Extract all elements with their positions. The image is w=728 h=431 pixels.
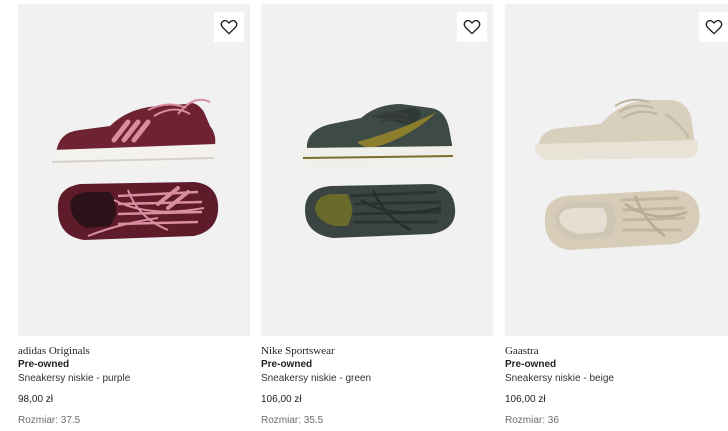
product-card[interactable]: Gaastra Pre-owned Sneakersy niskie - bei… (505, 0, 728, 428)
favorite-button[interactable] (457, 12, 487, 42)
product-image[interactable] (261, 4, 493, 336)
product-price: 106,00 zł (505, 394, 546, 405)
product-condition: Pre-owned (261, 359, 313, 370)
product-title[interactable]: Sneakersy niskie - green (261, 372, 494, 386)
favorite-button[interactable] (214, 12, 244, 42)
product-card[interactable]: Nike Sportswear Pre-owned Sneakersy nisk… (261, 0, 494, 428)
product-brand[interactable]: Nike Sportswear (261, 344, 494, 358)
heart-outline-icon (705, 19, 723, 35)
product-image[interactable] (505, 4, 728, 336)
product-brand[interactable]: adidas Originals (18, 344, 251, 358)
heart-outline-icon (220, 19, 238, 35)
sneaker-photo (300, 104, 457, 238)
product-condition: Pre-owned (505, 359, 557, 370)
product-condition: Pre-owned (18, 359, 70, 370)
product-price: 106,00 zł (261, 394, 302, 405)
product-title[interactable]: Sneakersy niskie - purple (18, 372, 251, 386)
product-price: 98,00 zł (18, 394, 54, 405)
product-title[interactable]: Sneakersy niskie - beige (505, 372, 728, 386)
sneaker-photo (51, 98, 219, 240)
product-brand[interactable]: Gaastra (505, 344, 728, 358)
heart-outline-icon (463, 19, 481, 35)
product-card[interactable]: adidas Originals Pre-owned Sneakersy nis… (18, 0, 251, 428)
product-size: Rozmiar: 36 (505, 415, 559, 426)
product-size: Rozmiar: 37.5 (18, 415, 81, 426)
product-size: Rozmiar: 35.5 (261, 415, 324, 426)
favorite-button[interactable] (699, 12, 728, 42)
product-image[interactable] (18, 4, 250, 336)
sneaker-photo (534, 98, 700, 250)
